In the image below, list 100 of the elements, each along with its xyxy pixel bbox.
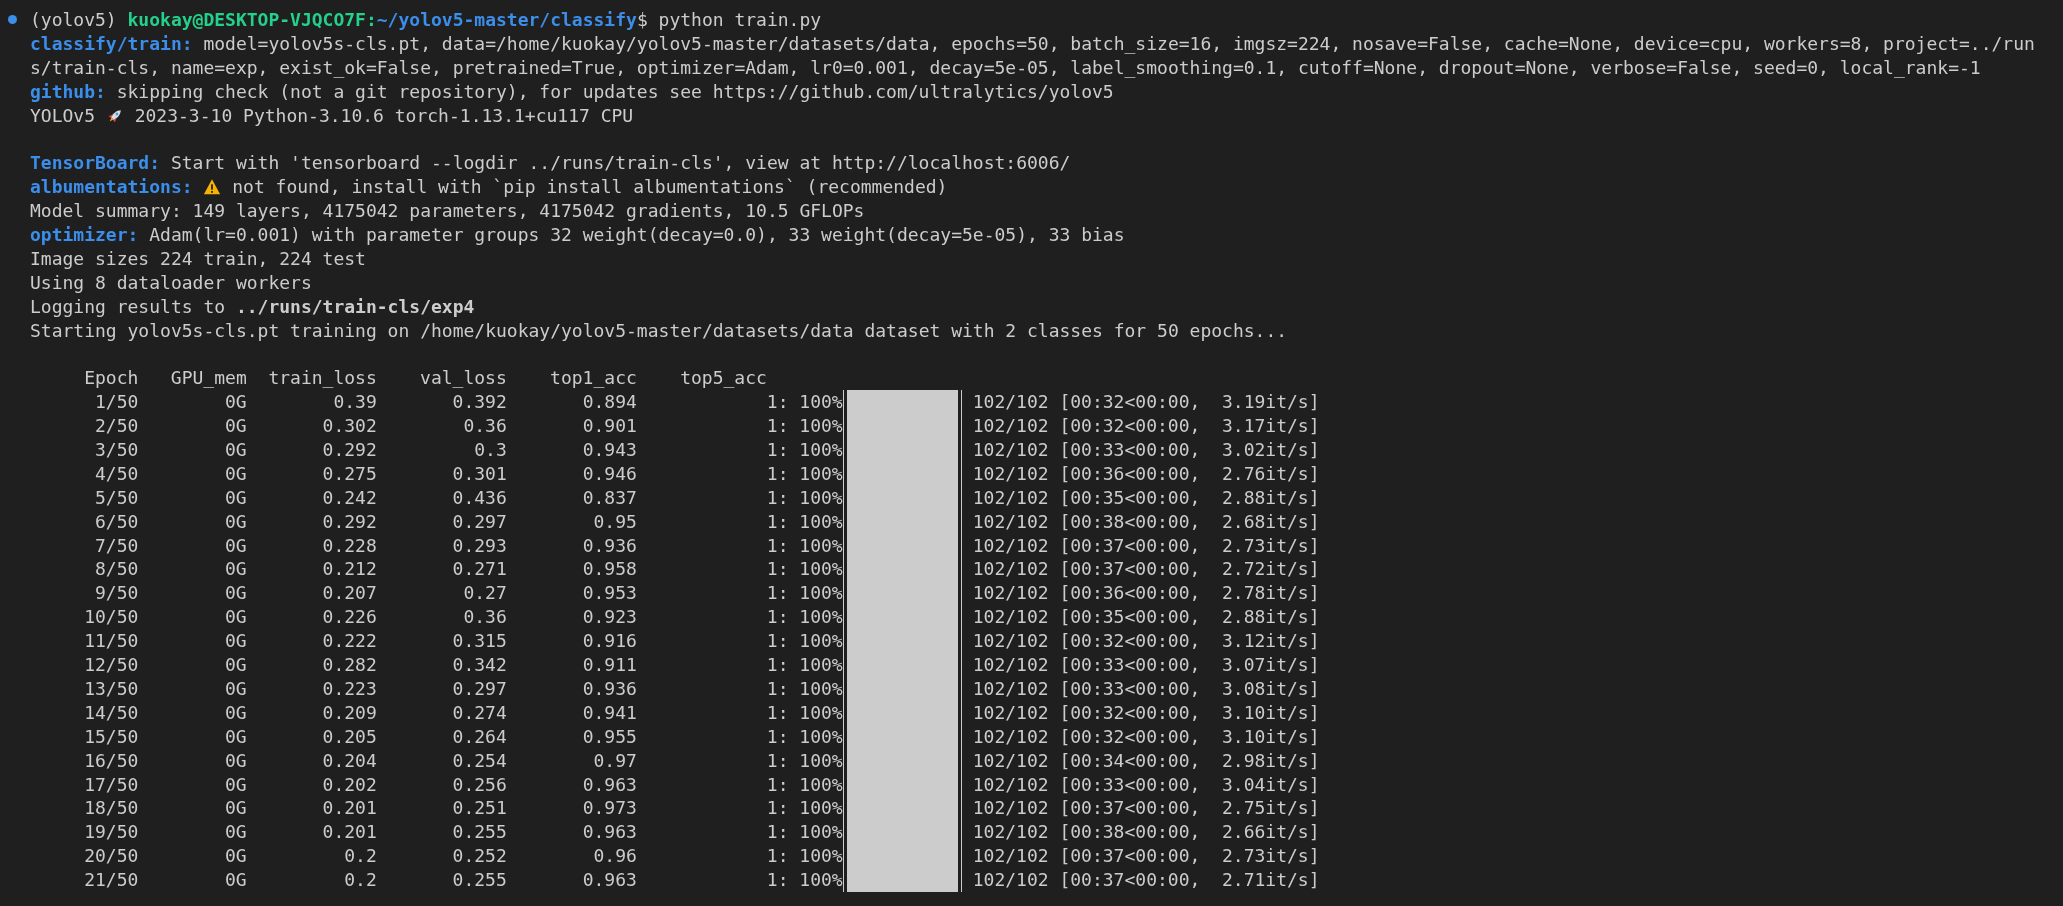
table-cell-text: 13/50 [83, 676, 139, 701]
prompt-env: (yolov5) [30, 8, 117, 32]
table-cell-text: 0.275 [321, 461, 377, 486]
table-cell-text: 0.302 [321, 414, 377, 439]
table-cell-text: 0.941 [581, 700, 637, 725]
table-cell-text: 0G [224, 676, 247, 701]
log-text: Model summary: 149 layers, 4175042 parameters, 4175042 gradients, 10.5 GFLOPs [30, 199, 865, 224]
table-cell-text: 20/50 [83, 844, 139, 869]
table-cell-text: 0.963 [581, 820, 637, 845]
table-cell-text: 0.946 [581, 461, 637, 486]
table-cell-text: 0.255 [451, 820, 507, 845]
table-cell-text: 15/50 [83, 724, 139, 749]
table-cell-text: 0.315 [451, 629, 507, 654]
progress-text: 1: 100% [765, 438, 843, 462]
table-cell-text: 0G [224, 605, 247, 630]
table-cell-text: 0G [224, 868, 247, 892]
progress-status: 102/102 [00:37<00:00, 2.72it/s] [972, 557, 1320, 582]
table-cell-text: 0.292 [321, 509, 377, 534]
table-cell-text: 3/50 [94, 438, 139, 462]
table-cell-text: 0G [224, 509, 247, 534]
table-cell-text: 0G [224, 629, 247, 654]
table-cell-text: 0.2 [343, 868, 377, 892]
table-cell-text: 0G [224, 653, 247, 677]
table-cell-text: 0.963 [581, 868, 637, 892]
log-text: Adam(lr=0.001) with parameter groups 32 weight(decay=0.0), 33 weight(decay=5e-05), 33 bias [149, 223, 1125, 247]
table-cell-text: 0G [224, 748, 247, 773]
log-text: Image sizes 224 train, 224 test [30, 246, 366, 271]
table-cell-text: 0.201 [321, 796, 377, 821]
table-cell-text: 12/50 [83, 653, 139, 677]
version-text: 2023-3-10 Python-3.10.6 torch-1.13.1+cu117 CPU [134, 103, 634, 128]
table-cell-text: 0.242 [321, 485, 377, 510]
column-header: train_loss [267, 366, 377, 391]
table-cell-text: 0.222 [321, 629, 377, 654]
column-header: Epoch [83, 366, 139, 391]
prompt-path: ~/yolov5-master/classify [376, 8, 637, 32]
table-cell-text: 0G [224, 533, 247, 558]
table-cell-text: 0.212 [321, 557, 377, 582]
table-cell-text: 0.297 [451, 509, 507, 534]
table-cell-text: 0G [224, 414, 247, 439]
table-cell-text: 0.392 [451, 390, 507, 415]
progress-status: 102/102 [00:33<00:00, 3.07it/s] [972, 653, 1320, 677]
table-cell-text: 0.205 [321, 724, 377, 749]
progress-text: 1: 100% [765, 724, 843, 749]
table-cell-text: 11/50 [83, 629, 139, 654]
progress-text: 1: 100% [765, 700, 843, 725]
progress-status: 102/102 [00:35<00:00, 2.88it/s] [972, 605, 1320, 630]
table-cell-text: 0.3 [473, 438, 507, 462]
table-cell-text: 0.226 [321, 605, 377, 630]
table-cell-text: 0G [224, 581, 247, 606]
table-cell-text: 0.27 [462, 581, 507, 606]
table-cell-text: 0G [224, 438, 247, 462]
table-cell-text: 0.201 [321, 820, 377, 845]
progress-text: 1: 100% [765, 414, 843, 439]
progress-text: 1: 100% [765, 820, 843, 845]
table-cell-text: 0.274 [451, 700, 507, 725]
table-cell-text: 0.955 [581, 724, 637, 749]
log-label: TensorBoard: [30, 151, 161, 176]
table-cell-text: 0.36 [462, 414, 507, 439]
progress-status: 102/102 [00:34<00:00, 2.98it/s] [972, 748, 1320, 773]
progress-text: 1: 100% [765, 605, 843, 630]
table-cell-text: 0.963 [581, 772, 637, 797]
progress-text: 1: 100% [765, 557, 843, 582]
progress-status: 102/102 [00:32<00:00, 3.10it/s] [972, 724, 1320, 749]
table-cell-text: 9/50 [94, 581, 139, 606]
progress-text: 1: 100% [765, 390, 843, 415]
log-label: optimizer: [30, 223, 139, 247]
table-cell-text: 0.204 [321, 748, 377, 773]
progress-status: 102/102 [00:36<00:00, 2.76it/s] [972, 461, 1320, 486]
log-text: Logging results to ../runs/train-cls/exp4 [30, 294, 475, 319]
table-cell-text: 0.223 [321, 676, 377, 701]
progress-status: 102/102 [00:33<00:00, 3.02it/s] [972, 438, 1320, 462]
table-cell-text: 6/50 [94, 509, 139, 534]
progress-status: 102/102 [00:37<00:00, 2.73it/s] [972, 533, 1320, 558]
table-cell-text: 0.96 [592, 844, 637, 869]
log-text: s/train-cls, name=exp, exist_ok=False, pretrained=True, optimizer=Adam, lr0=0.001, decay=5e-05, label_smoothing=0.1, cutoff=None, dropout=None, verbose=False, seed=0, local_rank=-1 [30, 55, 1981, 80]
progress-text: 1: 100% [765, 844, 843, 869]
table-cell-text: 0.911 [581, 653, 637, 677]
progress-text: 1: 100% [765, 868, 843, 892]
progress-text: 1: 100% [765, 772, 843, 797]
table-cell-text: 1/50 [94, 390, 139, 415]
table-cell-text: 0.271 [451, 557, 507, 582]
progress-status: 102/102 [00:32<00:00, 3.19it/s] [972, 390, 1320, 415]
table-cell-text: 0G [224, 485, 247, 510]
table-cell-text: 0G [224, 772, 247, 797]
table-cell-text: 10/50 [83, 605, 139, 630]
version-name: YOLOv5 [30, 103, 96, 128]
table-cell-text: 5/50 [94, 485, 139, 510]
table-cell-text: 0.228 [321, 533, 377, 558]
table-cell-text: 0G [224, 844, 247, 869]
table-cell-text: 18/50 [83, 796, 139, 821]
progress-status: 102/102 [00:35<00:00, 2.88it/s] [972, 485, 1320, 510]
progress-status: 102/102 [00:32<00:00, 3.17it/s] [972, 414, 1320, 439]
column-header: GPU_mem [169, 366, 247, 391]
progress-text: 1: 100% [765, 485, 843, 510]
table-cell-text: 0.36 [462, 605, 507, 630]
table-cell-text: 0.97 [592, 748, 637, 773]
table-cell-text: 19/50 [83, 820, 139, 845]
progress-text: 1: 100% [765, 676, 843, 701]
log-label: classify/train: [30, 31, 193, 56]
table-cell-text: 0.255 [451, 868, 507, 892]
